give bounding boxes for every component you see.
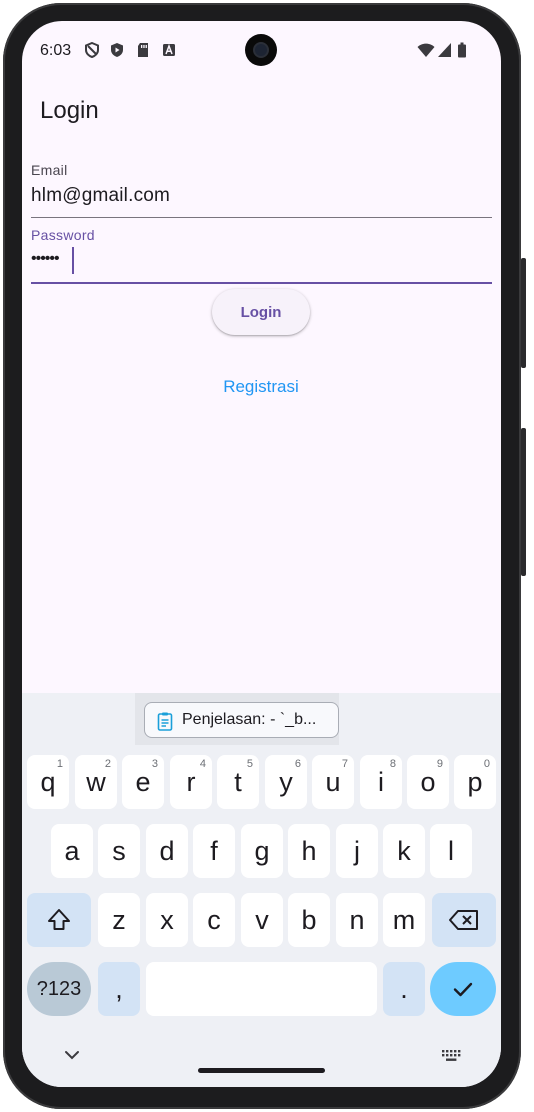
front-camera xyxy=(245,34,277,66)
key-a[interactable]: a xyxy=(51,824,93,878)
check-icon xyxy=(453,982,473,997)
key-t-label: t xyxy=(234,766,242,797)
clipboard-icon xyxy=(157,712,173,731)
screen: 6:03 Login Email hlm@gmail.com Password … xyxy=(22,21,501,1087)
password-value[interactable]: •••••• xyxy=(31,250,60,268)
key-k[interactable]: k xyxy=(383,824,425,878)
comma-key[interactable]: , xyxy=(98,962,140,1016)
gesture-nav-bar[interactable] xyxy=(198,1068,325,1073)
key-y[interactable]: y6 xyxy=(265,755,307,809)
status-bar: 6:03 xyxy=(22,21,501,81)
key-t-alt: 5 xyxy=(246,758,253,770)
backspace-key[interactable] xyxy=(432,893,496,947)
key-j[interactable]: j xyxy=(336,824,378,878)
key-y-label: y xyxy=(279,766,293,797)
sd-card-icon xyxy=(138,43,148,57)
key-b[interactable]: b xyxy=(288,893,330,947)
key-d[interactable]: d xyxy=(146,824,188,878)
keyboard-icon[interactable] xyxy=(441,1049,461,1063)
key-r-alt: 4 xyxy=(199,758,206,770)
power-button xyxy=(521,258,526,368)
key-m[interactable]: m xyxy=(383,893,425,947)
chevron-down-icon[interactable] xyxy=(64,1049,80,1061)
backspace-icon xyxy=(449,910,478,930)
key-n[interactable]: n xyxy=(336,893,378,947)
key-p[interactable]: p0 xyxy=(454,755,496,809)
key-l[interactable]: l xyxy=(430,824,472,878)
key-p-label: p xyxy=(467,766,483,797)
key-i[interactable]: i8 xyxy=(360,755,402,809)
password-label: Password xyxy=(31,227,95,243)
symbols-key[interactable]: ?123 xyxy=(27,962,91,1016)
key-y-alt: 6 xyxy=(294,758,301,770)
email-underline xyxy=(31,217,492,218)
key-q-alt: 1 xyxy=(56,758,63,770)
key-e-label: e xyxy=(135,766,151,797)
key-r[interactable]: r4 xyxy=(170,755,212,809)
key-v[interactable]: v xyxy=(241,893,283,947)
key-w-alt: 2 xyxy=(104,758,111,770)
key-z[interactable]: z xyxy=(98,893,140,947)
key-w-label: w xyxy=(86,766,106,797)
login-button[interactable]: Login xyxy=(212,289,310,335)
key-i-alt: 8 xyxy=(389,758,396,770)
text-cursor xyxy=(72,247,74,274)
clipboard-suggestion-chip[interactable]: Penjelasan: - `_b... xyxy=(144,702,339,738)
key-q[interactable]: q1 xyxy=(27,755,69,809)
period-key[interactable]: . xyxy=(383,962,425,1016)
key-i-label: i xyxy=(378,766,384,797)
key-g[interactable]: g xyxy=(241,824,283,878)
volume-button xyxy=(521,428,526,576)
shift-icon xyxy=(48,909,70,930)
key-e-alt: 3 xyxy=(151,758,158,770)
email-value[interactable]: hlm@gmail.com xyxy=(31,185,170,207)
key-x[interactable]: x xyxy=(146,893,188,947)
key-u-alt: 7 xyxy=(341,758,348,770)
on-screen-keyboard: Penjelasan: - `_b... q1 w2 e3 r4 t5 y6 u… xyxy=(22,693,501,1087)
key-c[interactable]: c xyxy=(193,893,235,947)
signal-icon xyxy=(438,43,451,57)
enter-key[interactable] xyxy=(430,962,496,1016)
key-o-alt: 9 xyxy=(436,758,443,770)
key-w[interactable]: w2 xyxy=(75,755,117,809)
key-o[interactable]: o9 xyxy=(407,755,449,809)
key-t[interactable]: t5 xyxy=(217,755,259,809)
text-format-icon xyxy=(163,43,175,56)
wifi-icon xyxy=(417,43,435,57)
password-underline xyxy=(31,282,492,284)
key-s[interactable]: s xyxy=(98,824,140,878)
key-r-label: r xyxy=(186,766,196,797)
page-title: Login xyxy=(40,97,99,124)
key-u[interactable]: u7 xyxy=(312,755,354,809)
clipboard-suggestion-text: Penjelasan: - `_b... xyxy=(182,711,317,728)
status-time: 6:03 xyxy=(40,42,72,59)
space-bar[interactable] xyxy=(146,962,377,1016)
key-h[interactable]: h xyxy=(288,824,330,878)
key-q-label: q xyxy=(40,766,56,797)
key-o-label: o xyxy=(420,766,436,797)
shield-icon xyxy=(85,42,99,58)
key-p-alt: 0 xyxy=(483,758,490,770)
key-e[interactable]: e3 xyxy=(122,755,164,809)
register-link[interactable]: Registrasi xyxy=(202,377,320,397)
key-u-label: u xyxy=(325,766,341,797)
key-f[interactable]: f xyxy=(193,824,235,878)
play-protect-icon xyxy=(111,43,123,57)
battery-icon xyxy=(458,42,466,58)
email-label: Email xyxy=(31,162,68,178)
shift-key[interactable] xyxy=(27,893,91,947)
